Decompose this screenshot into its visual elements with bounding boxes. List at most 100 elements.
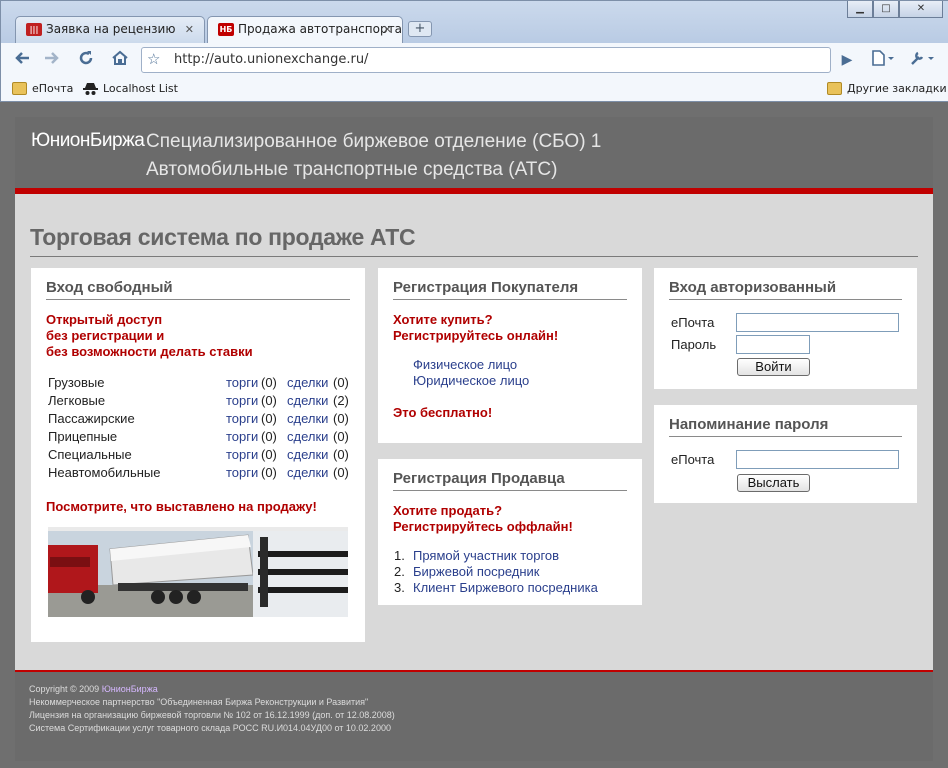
footer-divider bbox=[15, 670, 933, 672]
folder-icon bbox=[12, 82, 27, 95]
deals-link[interactable]: сделки bbox=[287, 447, 328, 462]
auctions-count: (0) bbox=[261, 447, 277, 462]
panel-divider bbox=[393, 490, 627, 491]
free-entry-notice-3: без возможности делать ставки bbox=[46, 344, 253, 359]
deals-link[interactable]: сделки bbox=[287, 465, 328, 480]
bookmark-localhost-list[interactable]: Localhost List bbox=[83, 80, 178, 98]
category-name: Прицепные bbox=[48, 429, 118, 444]
legal-entity-registration-link[interactable]: Юридическое лицо bbox=[413, 373, 529, 388]
direct-participant-link[interactable]: Прямой участник торгов bbox=[413, 548, 559, 563]
individual-registration-link[interactable]: Физическое лицо bbox=[413, 357, 517, 372]
auctions-link[interactable]: торги bbox=[226, 447, 258, 462]
panel-title: Напоминание пароля bbox=[669, 416, 829, 433]
deals-count: (0) bbox=[333, 411, 349, 426]
auctions-link[interactable]: торги bbox=[226, 429, 258, 444]
tab-favicon-icon: ||| bbox=[26, 23, 42, 36]
free-entry-panel: Вход свободный Открытый доступ без регис… bbox=[31, 268, 365, 642]
tab-label: Продажа автотранспорта bbox=[238, 22, 402, 36]
tab-vehicle-sales[interactable]: НБ Продажа автотранспорта ✕ bbox=[207, 16, 403, 44]
deals-count: (0) bbox=[333, 375, 349, 390]
tab-label: Заявка на рецензию bbox=[46, 22, 176, 36]
deals-link[interactable]: сделки bbox=[287, 429, 328, 444]
deals-count: (2) bbox=[333, 393, 349, 408]
deals-count: (0) bbox=[333, 447, 349, 462]
tab-favicon-icon: НБ bbox=[218, 23, 234, 36]
browser-window: ||| Заявка на рецензию ✕ НБ Продажа авто… bbox=[0, 0, 948, 102]
go-icon[interactable]: ▶ bbox=[835, 48, 859, 72]
login-button[interactable]: Войти bbox=[737, 358, 810, 376]
email-field[interactable] bbox=[736, 313, 899, 332]
auctions-link[interactable]: торги bbox=[226, 393, 258, 408]
list-number: 3. bbox=[394, 580, 405, 595]
wrench-icon[interactable] bbox=[905, 48, 937, 72]
address-url[interactable]: http://auto.unionexchange.ru/ bbox=[174, 52, 368, 67]
category-name: Неавтомобильные bbox=[48, 465, 161, 480]
exchange-broker-link[interactable]: Биржевой посредник bbox=[413, 564, 539, 579]
panel-divider bbox=[669, 299, 902, 300]
list-number: 2. bbox=[394, 564, 405, 579]
panel-title: Регистрация Продавца bbox=[393, 470, 565, 487]
list-number: 1. bbox=[394, 548, 405, 563]
seller-prompt-1: Хотите продать? bbox=[393, 503, 503, 518]
auctions-link[interactable]: торги bbox=[226, 465, 258, 480]
minimize-button[interactable]: ▁ bbox=[847, 1, 873, 18]
tab-close-icon[interactable]: ✕ bbox=[383, 17, 392, 42]
deals-link[interactable]: сделки bbox=[287, 411, 328, 426]
page-title: Торговая система по продаже АТС bbox=[30, 224, 416, 250]
copyright-link[interactable]: ЮнионБиржа bbox=[102, 684, 158, 694]
maximize-button[interactable]: □ bbox=[873, 1, 899, 18]
free-entry-notice-2: без регистрации и bbox=[46, 328, 165, 343]
send-password-button[interactable]: Выслать bbox=[737, 474, 810, 492]
auctions-count: (0) bbox=[261, 375, 277, 390]
panel-divider bbox=[669, 436, 902, 437]
tab-close-icon[interactable]: ✕ bbox=[185, 17, 194, 42]
reminder-email-field[interactable] bbox=[736, 450, 899, 469]
bookmark-other[interactable]: Другие закладки bbox=[827, 80, 947, 98]
copyright-line: Copyright © 2009 ЮнионБиржа bbox=[29, 684, 158, 694]
category-name: Пассажирские bbox=[48, 411, 135, 426]
panel-divider bbox=[393, 299, 627, 300]
browser-toolbar: ☆ http://auto.unionexchange.ru/ ▶ bbox=[1, 43, 948, 77]
auctions-count: (0) bbox=[261, 429, 277, 444]
home-icon[interactable] bbox=[108, 48, 132, 72]
copyright-text: Copyright © 2009 bbox=[29, 684, 100, 694]
buyer-prompt-1: Хотите купить? bbox=[393, 312, 493, 327]
bookmark-label: еПочта bbox=[32, 82, 74, 95]
new-tab-button[interactable]: + bbox=[408, 21, 432, 37]
auctions-link[interactable]: торги bbox=[226, 411, 258, 426]
auth-login-panel: Вход авторизованный еПочта Пароль Войти bbox=[654, 268, 917, 389]
folder-icon bbox=[827, 82, 842, 95]
site-footer: Copyright © 2009 ЮнионБиржа Некоммерческ… bbox=[15, 670, 933, 761]
tab-review-request[interactable]: ||| Заявка на рецензию ✕ bbox=[15, 16, 205, 43]
broker-client-link[interactable]: Клиент Биржевого посредника bbox=[413, 580, 598, 595]
reload-icon[interactable] bbox=[74, 48, 98, 72]
deals-link[interactable]: сделки bbox=[287, 393, 328, 408]
tab-strip: ||| Заявка на рецензию ✕ НБ Продажа авто… bbox=[1, 1, 948, 44]
bookmark-star-icon[interactable]: ☆ bbox=[147, 50, 160, 68]
back-icon[interactable] bbox=[11, 48, 35, 72]
auctions-count: (0) bbox=[261, 393, 277, 408]
site-logo[interactable]: ЮнионБиржа bbox=[31, 130, 145, 152]
password-field[interactable] bbox=[736, 335, 810, 354]
footer-line-4: Система Сертификации услуг товарного скл… bbox=[29, 723, 391, 733]
seller-prompt-2: Регистрируйтесь оффлайн! bbox=[393, 519, 573, 534]
deals-link[interactable]: сделки bbox=[287, 375, 328, 390]
forward-icon[interactable] bbox=[39, 48, 63, 72]
trucks-photo[interactable] bbox=[48, 527, 348, 617]
close-button[interactable]: ✕ bbox=[899, 1, 943, 18]
spy-icon bbox=[83, 82, 98, 95]
header-line-2: Автомобильные транспортные средства (АТС… bbox=[146, 159, 558, 180]
address-bar[interactable]: ☆ http://auto.unionexchange.ru/ bbox=[141, 47, 831, 73]
panel-title: Вход авторизованный bbox=[669, 279, 837, 296]
header-line-1: Специализированное биржевое отделение (С… bbox=[146, 131, 602, 152]
bookmark-label: Localhost List bbox=[103, 82, 178, 95]
see-for-sale-link[interactable]: Посмотрите, что выставлено на продажу! bbox=[46, 499, 317, 515]
page-menu-icon[interactable] bbox=[867, 48, 897, 72]
deals-count: (0) bbox=[333, 465, 349, 480]
password-reminder-panel: Напоминание пароля еПочта Выслать bbox=[654, 405, 917, 503]
auctions-count: (0) bbox=[261, 411, 277, 426]
bookmark-label: Другие закладки bbox=[847, 82, 947, 95]
bookmark-epochta[interactable]: еПочта bbox=[12, 80, 73, 98]
category-name: Специальные bbox=[48, 447, 132, 462]
auctions-link[interactable]: торги bbox=[226, 375, 258, 390]
